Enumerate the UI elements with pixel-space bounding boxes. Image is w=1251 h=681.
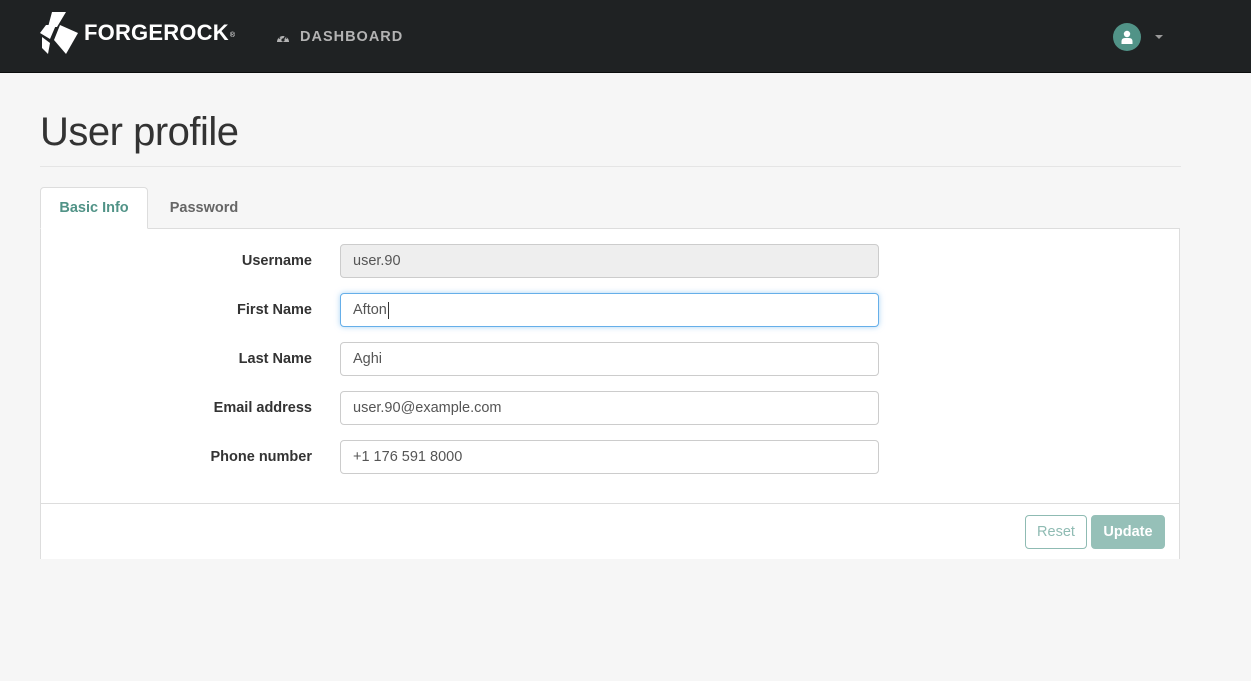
last-name-label: Last Name xyxy=(238,351,312,367)
nav-dashboard-link[interactable]: DASHBOARD xyxy=(276,28,403,46)
profile-tabs: Basic Info Password xyxy=(40,187,260,229)
reset-button[interactable]: Reset xyxy=(1025,515,1087,549)
speedometer-icon xyxy=(276,31,290,43)
caret-down-icon xyxy=(1155,35,1163,39)
tab-basic-info[interactable]: Basic Info xyxy=(40,187,148,229)
form-row-phone: Phone number +1 176 591 8000 xyxy=(41,440,1181,474)
username-label: Username xyxy=(241,253,312,269)
panel-footer: Reset Update xyxy=(41,503,1179,559)
title-divider xyxy=(40,166,1181,167)
username-field[interactable]: user.90 xyxy=(340,244,879,278)
logo-registered-mark: ® xyxy=(229,31,235,39)
forgerock-mark-icon xyxy=(40,12,78,54)
avatar xyxy=(1113,23,1141,51)
user-menu-toggle[interactable] xyxy=(1113,23,1163,51)
tab-password[interactable]: Password xyxy=(148,187,260,229)
update-button[interactable]: Update xyxy=(1091,515,1165,549)
last-name-field[interactable]: Aghi xyxy=(340,342,879,376)
form-row-username: Username user.90 xyxy=(41,244,1181,278)
phone-value: +1 176 591 8000 xyxy=(353,449,463,465)
last-name-value: Aghi xyxy=(353,351,383,367)
email-field[interactable]: user.90@example.com xyxy=(340,391,879,425)
first-name-value: Afton xyxy=(353,302,387,318)
phone-field[interactable]: +1 176 591 8000 xyxy=(340,440,879,474)
top-navbar: FORGEROCK ® DASHBOARD xyxy=(0,0,1251,73)
user-icon xyxy=(1121,30,1133,44)
logo-text: FORGEROCK xyxy=(84,20,229,45)
first-name-field[interactable]: Afton xyxy=(340,293,879,327)
form-row-first-name: First Name Afton xyxy=(41,293,1181,327)
email-value: user.90@example.com xyxy=(353,400,502,416)
basic-info-panel: Username user.90 First Name Afton Last N… xyxy=(40,228,1180,559)
first-name-label: First Name xyxy=(237,302,312,318)
nav-dashboard-label: DASHBOARD xyxy=(300,29,404,45)
email-label: Email address xyxy=(213,400,312,416)
text-cursor xyxy=(387,301,389,319)
form-row-email: Email address user.90@example.com xyxy=(41,391,1181,425)
form-row-last-name: Last Name Aghi xyxy=(41,342,1181,376)
username-value: user.90 xyxy=(353,253,401,269)
phone-label: Phone number xyxy=(210,449,312,465)
forgerock-logo[interactable]: FORGEROCK ® xyxy=(40,12,235,54)
page-title: User profile xyxy=(40,110,239,154)
